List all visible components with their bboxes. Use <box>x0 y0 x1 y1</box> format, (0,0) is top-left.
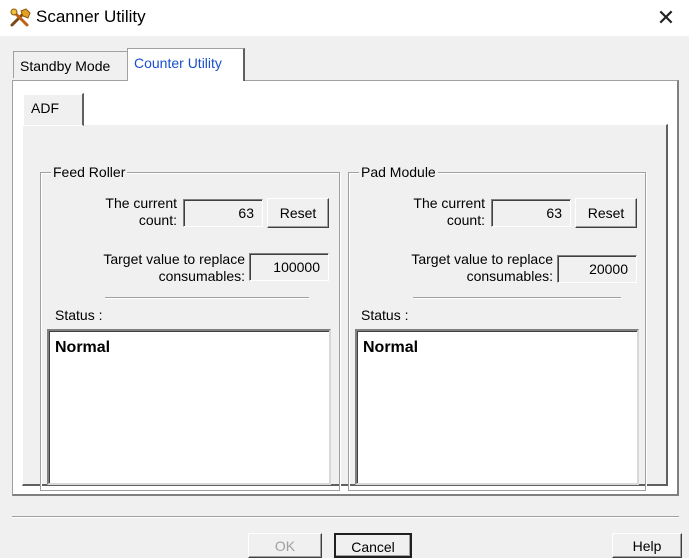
feed-roller-status-label: Status : <box>55 307 103 323</box>
feed-roller-group: Feed Roller The current count: 63 Reset … <box>40 164 340 491</box>
close-button[interactable]: ✕ <box>643 0 689 36</box>
pad-module-current-count-label: The current count: <box>413 195 485 228</box>
feed-roller-legend: Feed Roller <box>51 164 128 180</box>
pad-module-status-box: Normal <box>355 329 639 485</box>
pad-module-current-count: 63 <box>491 199 571 227</box>
tab-adf[interactable]: ADF <box>22 93 84 126</box>
help-button[interactable]: Help <box>612 533 682 558</box>
pad-module-legend: Pad Module <box>359 164 438 180</box>
cancel-button[interactable]: Cancel <box>334 533 412 558</box>
feed-roller-target-value: 100000 <box>249 253 329 281</box>
bottom-separator <box>12 516 679 518</box>
feed-roller-target-label: Target value to replace consumables: <box>103 251 245 284</box>
feed-roller-status-box: Normal <box>47 329 331 485</box>
feed-roller-status-value: Normal <box>55 339 111 356</box>
scanner-utility-window: Scanner Utility ✕ Standby Mode Counter U… <box>0 0 689 558</box>
close-icon: ✕ <box>656 5 676 30</box>
pad-module-target-value: 20000 <box>557 255 637 283</box>
window-title: Scanner Utility <box>36 7 146 26</box>
pad-module-group: Pad Module The current count: 63 Reset T… <box>348 164 646 491</box>
pad-module-reset-button[interactable]: Reset <box>575 198 637 228</box>
ok-button[interactable]: OK <box>248 533 322 558</box>
pad-module-status-value: Normal <box>363 339 419 356</box>
tab-counter-utility[interactable]: Counter Utility <box>127 48 245 81</box>
pad-module-divider <box>413 297 621 299</box>
feed-roller-divider <box>105 297 309 299</box>
scanner-tools-icon <box>10 8 32 28</box>
pad-module-target-label: Target value to replace consumables: <box>411 251 553 284</box>
tab-standby-mode[interactable]: Standby Mode <box>13 51 127 78</box>
pad-module-status-label: Status : <box>361 307 409 323</box>
feed-roller-current-count-label: The current count: <box>105 195 177 228</box>
feed-roller-current-count: 63 <box>183 199 263 227</box>
title-bar: Scanner Utility ✕ <box>0 0 689 36</box>
feed-roller-reset-button[interactable]: Reset <box>267 198 329 228</box>
